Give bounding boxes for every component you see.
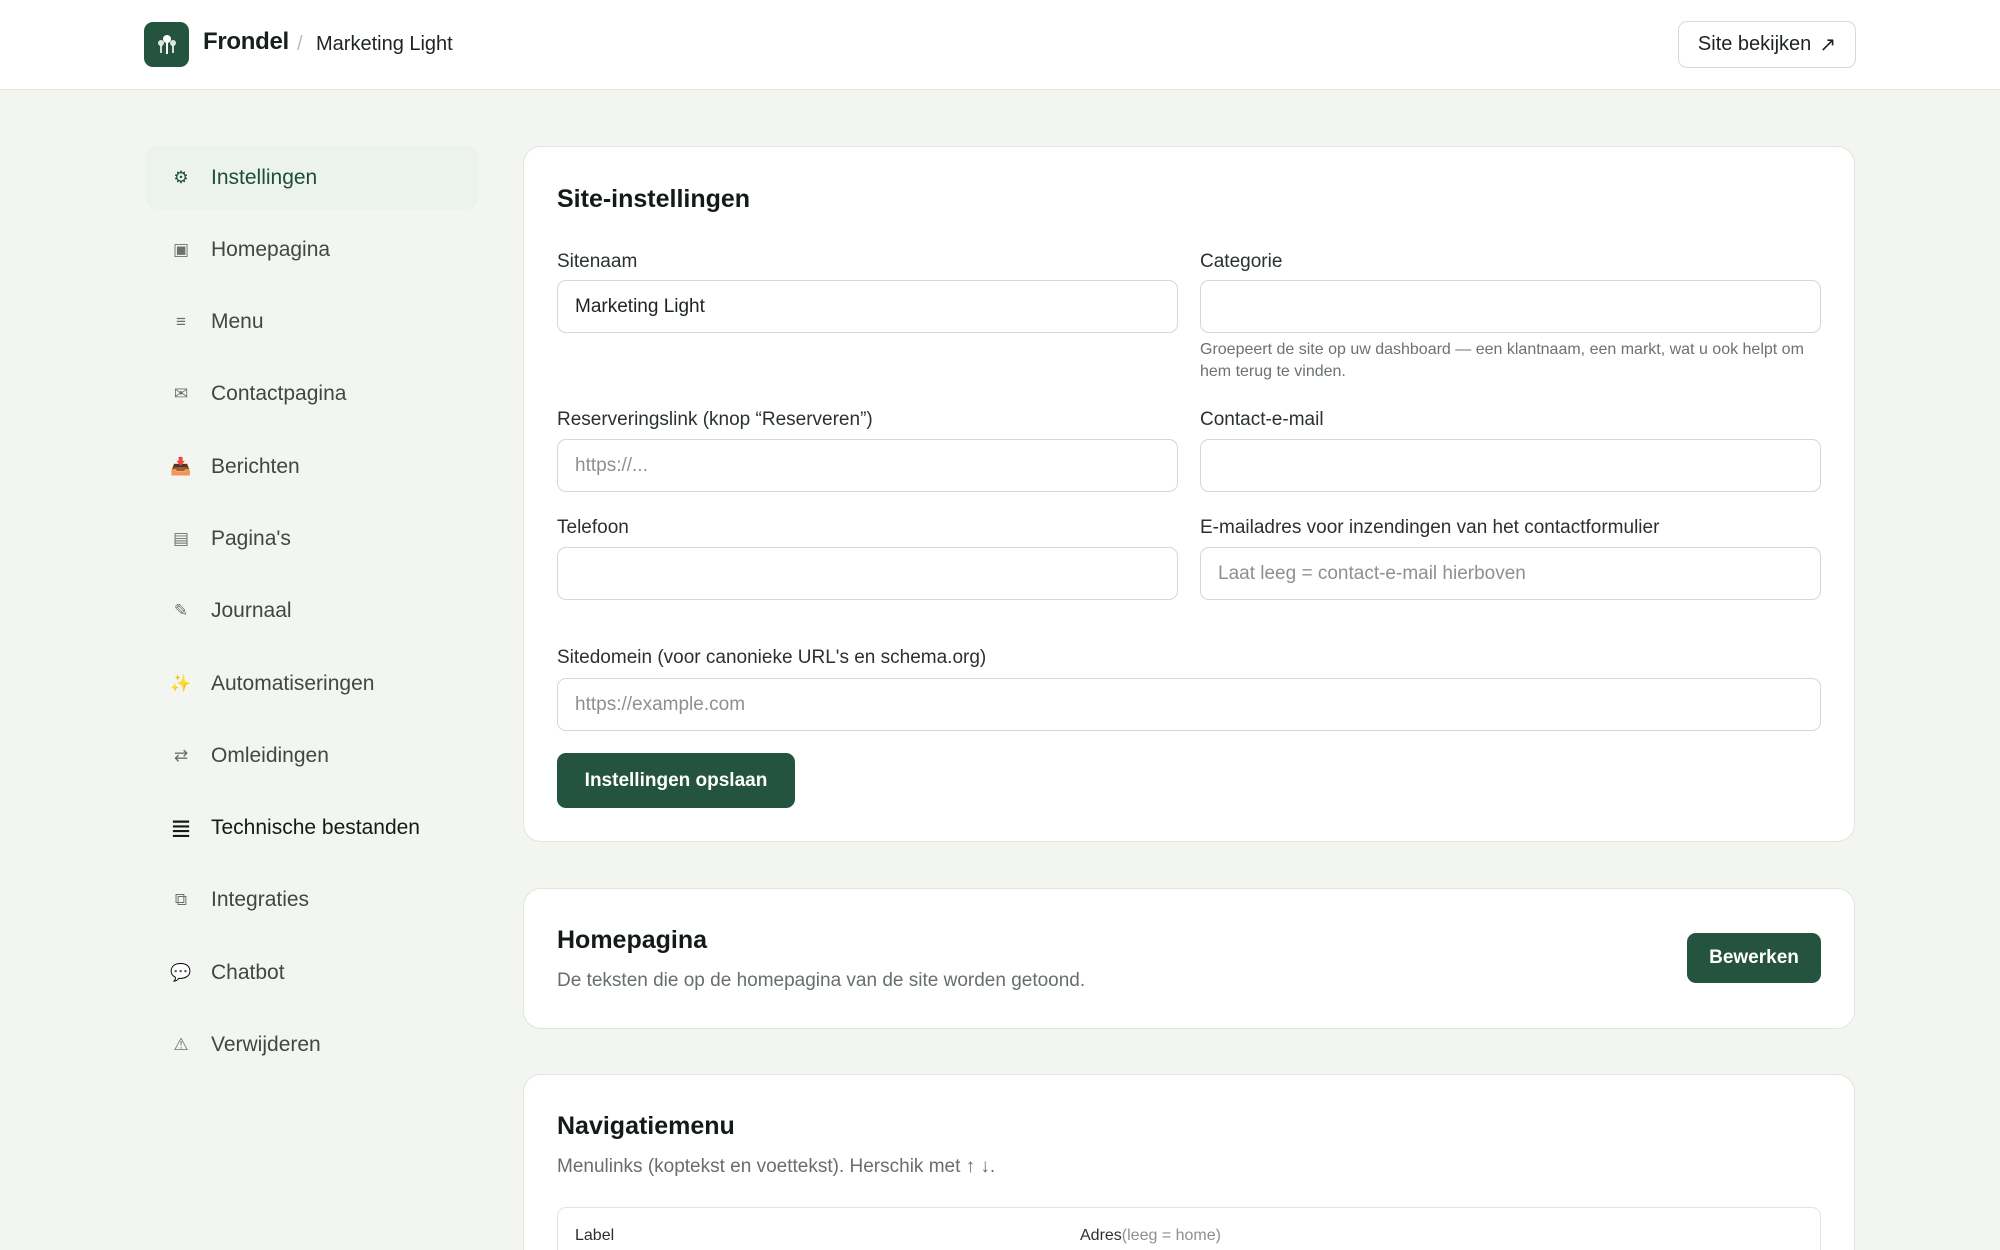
category-input[interactable] <box>1200 280 1821 333</box>
logo[interactable] <box>144 22 189 67</box>
sidebar-item-journaal[interactable]: ✎ Journaal <box>146 580 478 643</box>
sidebar-item-omleidingen[interactable]: ⇄ Omleidingen <box>146 724 478 787</box>
sidebar: ⚙ Instellingen ▣ Homepagina ≡ Menu ✉ Con… <box>146 146 478 1086</box>
category-label: Categorie <box>1200 251 1283 272</box>
contact-email-input[interactable] <box>1200 439 1821 492</box>
homepage-title: Homepagina <box>557 926 708 954</box>
sidebar-item-integraties[interactable]: ⧉ Integraties <box>146 869 478 932</box>
edit-homepage-button[interactable]: Bewerken <box>1687 933 1821 983</box>
phone-label: Telefoon <box>557 517 629 538</box>
view-site-button[interactable]: Site bekijken ↗ <box>1678 21 1856 68</box>
speech-bubble-icon: 💬 <box>170 962 192 982</box>
column-header-address: Adres(leeg = home) <box>1080 1227 1221 1245</box>
warning-icon: ⚠ <box>173 1035 189 1055</box>
menu-icon: ≡ <box>176 312 186 332</box>
brand-name: Frondel <box>203 28 289 55</box>
top-bar: Frondel / Marketing Light Site bekijken … <box>0 0 2000 90</box>
breadcrumb-site-name[interactable]: Marketing Light <box>316 33 453 56</box>
homepage-card <box>523 888 1855 1029</box>
column-header-address-hint: (leeg = home) <box>1121 1227 1221 1244</box>
settings-card <box>523 146 1855 842</box>
site-domain-label: Sitedomein (voor canonieke URL's en sche… <box>557 647 987 668</box>
settings-title: Site-instellingen <box>557 185 751 213</box>
sidebar-item-label: Chatbot <box>211 960 285 984</box>
column-header-address-text: Adres <box>1080 1227 1122 1244</box>
arrows-swap-icon: ⇄ <box>173 745 189 765</box>
sidebar-item-label: Technische bestanden <box>211 816 420 840</box>
sidebar-item-instellingen[interactable]: ⚙ Instellingen <box>146 146 478 209</box>
pencil-icon: ✎ <box>173 601 189 621</box>
breadcrumb-separator: / <box>297 33 303 55</box>
sidebar-item-label: Journaal <box>211 599 292 623</box>
sidebar-item-label: Verwijderen <box>211 1033 321 1057</box>
sidebar-item-label: Pagina's <box>211 526 291 550</box>
sidebar-item-label: Menu <box>211 310 264 334</box>
site-name-input[interactable] <box>557 280 1178 333</box>
sidebar-item-menu[interactable]: ≡ Menu <box>146 291 478 354</box>
phone-input[interactable] <box>557 547 1178 600</box>
sidebar-item-label: Omleidingen <box>211 743 329 767</box>
envelope-icon: ✉ <box>173 384 189 404</box>
file-lines-icon: ≣ <box>170 812 192 843</box>
gear-icon: ⚙ <box>173 167 189 187</box>
sparkles-icon: ✨ <box>170 673 192 693</box>
frame-icon: ▣ <box>172 239 190 259</box>
page-icon: ▤ <box>172 528 190 548</box>
sidebar-item-chatbot[interactable]: 💬 Chatbot <box>146 941 478 1004</box>
form-email-label: E-mailadres voor inzendingen van het con… <box>1200 517 1660 538</box>
sidebar-item-label: Homepagina <box>211 237 331 261</box>
form-email-input[interactable] <box>1200 547 1821 600</box>
inbox-icon: 📥 <box>170 456 192 476</box>
contact-email-label: Contact-e-mail <box>1200 409 1324 430</box>
reservation-link-label: Reserveringslink (knop “Reserveren”) <box>557 409 873 430</box>
category-help-text: Groepeert de site op uw dashboard — een … <box>1200 341 1804 380</box>
sidebar-item-label: Automatiseringen <box>211 671 375 695</box>
sidebar-item-label: Instellingen <box>211 165 318 189</box>
sidebar-item-verwijderen[interactable]: ⚠ Verwijderen <box>146 1014 478 1077</box>
sidebar-item-berichten[interactable]: 📥 Berichten <box>146 435 478 498</box>
sidebar-item-label: Contactpagina <box>211 382 347 406</box>
column-header-label: Label <box>575 1227 615 1244</box>
view-site-label: Site bekijken <box>1697 33 1812 55</box>
navigation-menu-subtitle: Menulinks (koptekst en voettekst). Hersc… <box>557 1156 996 1177</box>
site-domain-input[interactable] <box>557 678 1821 731</box>
menu-links-table-header: Label Adres(leeg = home) <box>557 1207 1821 1250</box>
sidebar-item-contactpagina[interactable]: ✉ Contactpagina <box>146 363 478 426</box>
sidebar-item-automatiseringen[interactable]: ✨ Automatiseringen <box>146 652 478 715</box>
sidebar-item-homepagina[interactable]: ▣ Homepagina <box>146 218 478 281</box>
navigation-menu-title: Navigatiemenu <box>557 1112 735 1140</box>
copy-icon: ⧉ <box>174 890 188 910</box>
site-name-label: Sitenaam <box>557 251 638 272</box>
plant-icon <box>157 34 176 54</box>
sidebar-item-technische-bestanden[interactable]: ≣ Technische bestanden <box>146 797 478 860</box>
save-settings-button[interactable]: Instellingen opslaan <box>557 753 795 808</box>
homepage-subtitle: De teksten die op de homepagina van de s… <box>557 970 1086 991</box>
external-link-icon: ↗ <box>1819 34 1837 56</box>
sidebar-item-label: Integraties <box>211 888 310 912</box>
reservation-link-input[interactable] <box>557 439 1178 492</box>
sidebar-item-paginas[interactable]: ▤ Pagina's <box>146 507 478 570</box>
sidebar-item-label: Berichten <box>211 454 300 478</box>
